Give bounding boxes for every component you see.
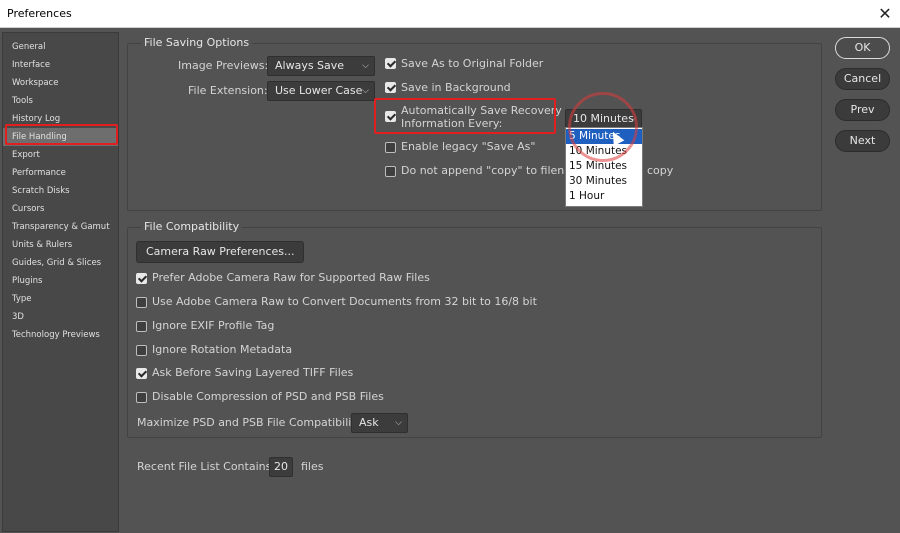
file-extension-label: File Extension: [188, 84, 268, 97]
sidebar-item-tools[interactable]: Tools [3, 92, 118, 110]
ignore-rotation-checkbox[interactable] [136, 345, 147, 356]
sidebar-item-plugins[interactable]: Plugins [3, 272, 118, 290]
no-copy-suffix-label-end: copy [647, 164, 674, 177]
legacy-save-as-checkbox[interactable] [385, 142, 396, 153]
save-in-background-label: Save in Background [401, 81, 511, 94]
file-extension-value: Use Lower Case [275, 84, 363, 97]
dropdown-option[interactable]: 1 Hour [566, 189, 642, 204]
sidebar-item-3d[interactable]: 3D [3, 308, 118, 326]
sidebar-item-cursors[interactable]: Cursors [3, 200, 118, 218]
sidebar-item-transparency-gamut[interactable]: Transparency & Gamut [3, 218, 118, 236]
convert-32bit-checkbox[interactable] [136, 297, 147, 308]
next-button[interactable]: Next [835, 130, 890, 152]
sidebar-item-scratch-disks[interactable]: Scratch Disks [3, 182, 118, 200]
chevron-down-icon: ⌵ [362, 61, 369, 71]
preferences-sidebar: General Interface Workspace Tools Histor… [2, 32, 119, 532]
sidebar-item-interface[interactable]: Interface [3, 56, 118, 74]
sidebar-annotation-highlight [5, 124, 118, 145]
prev-button[interactable]: Prev [835, 99, 890, 121]
title-bar: Preferences ✕ [0, 0, 900, 28]
sidebar-item-export[interactable]: Export [3, 146, 118, 164]
sidebar-item-workspace[interactable]: Workspace [3, 74, 118, 92]
close-icon[interactable]: ✕ [874, 3, 896, 25]
maximize-compat-select[interactable]: Ask ⌵ [351, 413, 408, 433]
disable-compression-label: Disable Compression of PSD and PSB Files [152, 390, 384, 403]
window-title: Preferences [7, 7, 72, 20]
chevron-down-icon: ⌵ [362, 86, 369, 96]
recent-files-count-input[interactable]: 20 [269, 457, 293, 477]
no-copy-suffix-label: Do not append "copy" to filenam [401, 164, 582, 177]
camera-raw-preferences-button[interactable]: Camera Raw Preferences... [136, 241, 305, 263]
cancel-button[interactable]: Cancel [835, 68, 890, 90]
file-saving-options-title: File Saving Options [141, 36, 253, 49]
dropdown-option[interactable]: 30 Minutes [566, 174, 642, 189]
sidebar-item-guides-grid-slices[interactable]: Guides, Grid & Slices [3, 254, 118, 272]
click-highlight-ring [568, 92, 638, 162]
file-extension-select[interactable]: Use Lower Case ⌵ [267, 81, 375, 101]
sidebar-item-general[interactable]: General [3, 38, 118, 56]
sidebar-item-performance[interactable]: Performance [3, 164, 118, 182]
maximize-compat-label: Maximize PSD and PSB File Compatibility: [137, 416, 366, 429]
ask-layered-tiff-checkbox[interactable] [136, 368, 147, 379]
ok-button[interactable]: OK [835, 37, 890, 59]
sidebar-item-type[interactable]: Type [3, 290, 118, 308]
save-in-background-checkbox[interactable] [385, 82, 396, 93]
sidebar-item-units-rulers[interactable]: Units & Rulers [3, 236, 118, 254]
prefer-camera-raw-checkbox[interactable] [136, 273, 147, 284]
legacy-save-as-label: Enable legacy "Save As" [401, 140, 536, 153]
image-previews-select[interactable]: Always Save ⌵ [267, 56, 375, 76]
chevron-down-icon: ⌵ [395, 418, 402, 428]
disable-compression-checkbox[interactable] [136, 392, 147, 403]
image-previews-value: Always Save [275, 59, 345, 72]
ignore-exif-checkbox[interactable] [136, 321, 147, 332]
file-compatibility-title: File Compatibility [141, 220, 243, 233]
maximize-compat-value: Ask [359, 416, 379, 429]
ignore-rotation-label: Ignore Rotation Metadata [152, 343, 293, 356]
auto-save-annotation-highlight [374, 98, 556, 134]
ask-layered-tiff-label: Ask Before Saving Layered TIFF Files [152, 366, 354, 379]
image-previews-label: Image Previews: [178, 59, 269, 72]
ignore-exif-label: Ignore EXIF Profile Tag [152, 319, 275, 332]
save-as-original-checkbox[interactable] [385, 58, 396, 69]
recent-files-label: Recent File List Contains: [137, 460, 276, 473]
prefer-camera-raw-label: Prefer Adobe Camera Raw for Supported Ra… [152, 271, 430, 284]
recent-files-suffix: files [301, 460, 324, 473]
sidebar-item-technology-previews[interactable]: Technology Previews [3, 326, 118, 344]
convert-32bit-label: Use Adobe Camera Raw to Convert Document… [152, 295, 537, 308]
save-as-original-label: Save As to Original Folder [401, 57, 544, 70]
no-copy-suffix-checkbox[interactable] [385, 166, 396, 177]
